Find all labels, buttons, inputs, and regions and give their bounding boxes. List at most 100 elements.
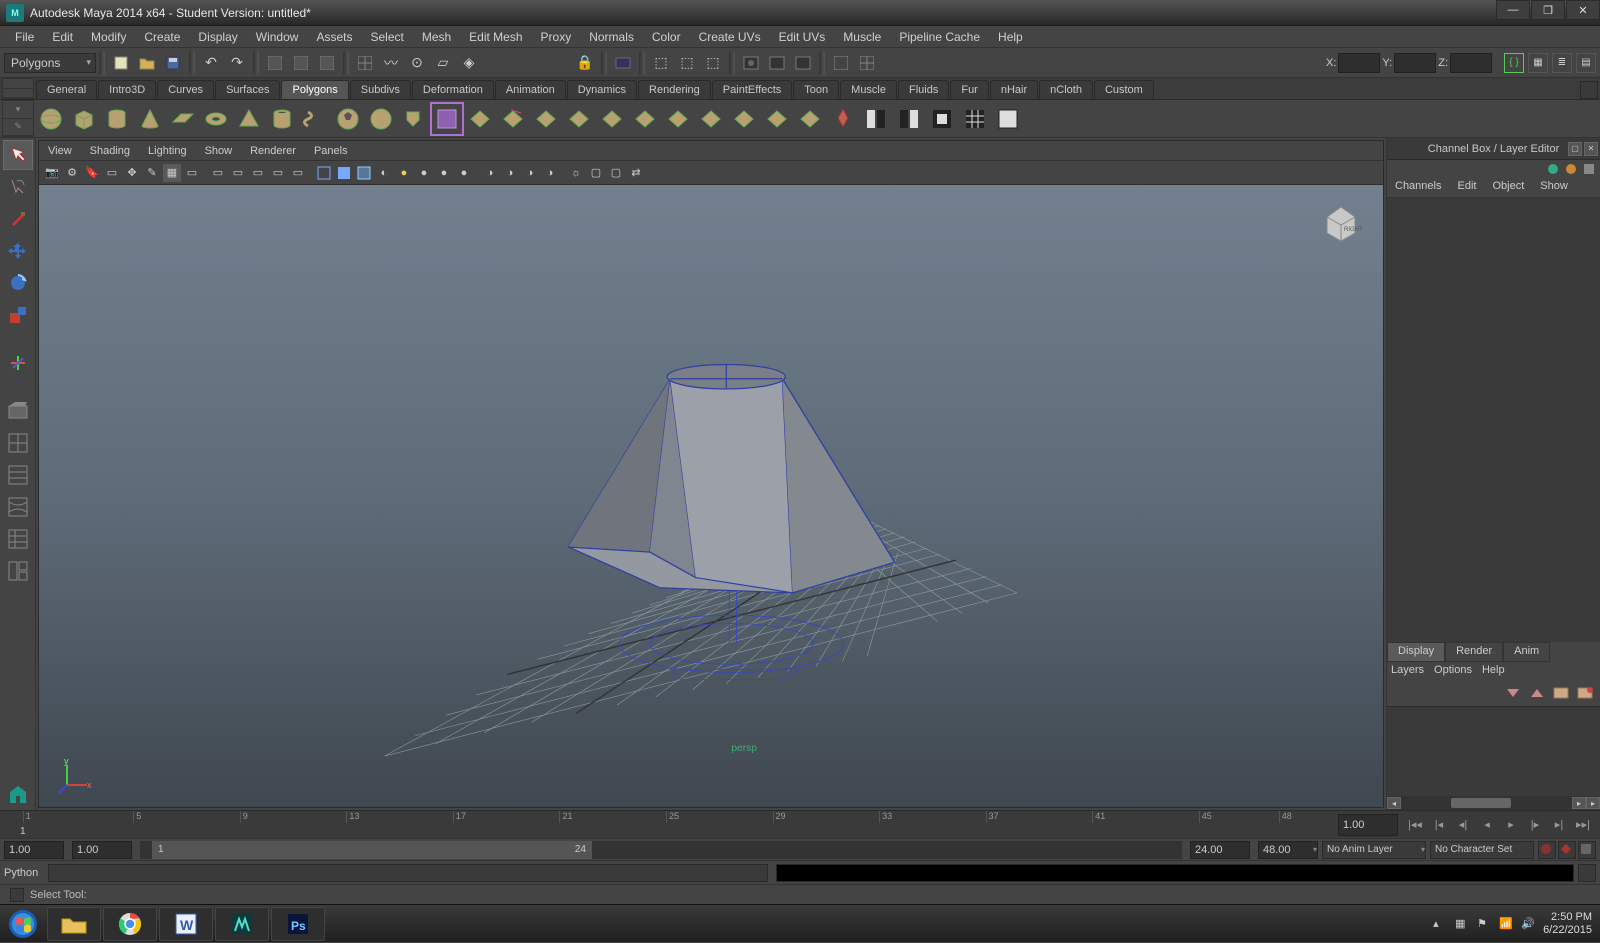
poly-plane-icon[interactable] <box>168 104 198 134</box>
range-start-inner[interactable]: 1.00 <box>72 841 132 859</box>
camera-attributes-icon[interactable]: ⚙ <box>63 164 81 182</box>
view-cube[interactable]: RIGHT <box>1319 199 1363 243</box>
shelf-tab-animation[interactable]: Animation <box>495 80 566 99</box>
select-camera-icon[interactable]: 📷 <box>43 164 61 182</box>
layer-menu-options[interactable]: Options <box>1434 664 1472 680</box>
maya-home-icon[interactable] <box>3 780 33 810</box>
safe-action-icon[interactable]: ▭ <box>269 164 287 182</box>
universal-manip-tool[interactable] <box>3 348 33 378</box>
play-back-button[interactable]: ◂ <box>1476 814 1498 834</box>
safe-title-icon[interactable]: ▭ <box>289 164 307 182</box>
menu-window[interactable]: Window <box>247 28 308 46</box>
channel-tab-edit[interactable]: Edit <box>1449 178 1484 197</box>
snap-grid-icon[interactable] <box>353 51 377 75</box>
select-by-hierarchy-icon[interactable] <box>263 51 287 75</box>
panel-horizontal-scrollbar[interactable]: ◂ ▸ ▸ <box>1387 796 1600 810</box>
outliner-layout[interactable] <box>3 524 33 554</box>
move-tool[interactable] <box>3 236 33 266</box>
tray-network-icon[interactable]: 📶 <box>1499 917 1513 931</box>
persp-graph-layout[interactable] <box>3 556 33 586</box>
field-chart-icon[interactable]: ▭ <box>249 164 267 182</box>
play-forward-button[interactable]: ▸ <box>1500 814 1522 834</box>
snap-live-icon[interactable]: ◈ <box>457 51 481 75</box>
offset-edge-icon[interactable] <box>729 104 759 134</box>
render-view-icon[interactable] <box>611 51 635 75</box>
shelf-tab-toon[interactable]: Toon <box>793 80 839 99</box>
range-slider[interactable]: 1 24 <box>140 841 1182 859</box>
mirror-geometry-icon[interactable] <box>894 104 924 134</box>
render-settings-icon[interactable] <box>791 51 815 75</box>
vp-menu-panels[interactable]: Panels <box>305 145 357 157</box>
layout-single-icon[interactable] <box>829 51 853 75</box>
tray-clock[interactable]: 2:50 PM 6/22/2015 <box>1543 911 1592 937</box>
channel-tab-object[interactable]: Object <box>1484 178 1532 197</box>
panel-dock-icon[interactable]: ▢ <box>1568 142 1582 156</box>
resolution-gate-icon[interactable]: ▭ <box>209 164 227 182</box>
taskbar-photoshop[interactable]: Ps <box>271 907 325 941</box>
menu-assets[interactable]: Assets <box>307 28 361 46</box>
current-time-field[interactable]: 1.00 <box>1338 814 1398 836</box>
minimize-button[interactable]: — <box>1496 0 1530 20</box>
snap-point-icon[interactable]: ⊙ <box>405 51 429 75</box>
tray-volume-icon[interactable]: 🔊 <box>1521 917 1535 931</box>
taskbar-maya[interactable] <box>215 907 269 941</box>
shelf-left-buttons-2[interactable]: ▾✎ <box>2 100 34 137</box>
high-quality-icon[interactable]: ● <box>435 164 453 182</box>
layer-tab-display[interactable]: Display <box>1387 642 1445 662</box>
paint-select-tool[interactable] <box>3 204 33 234</box>
selection-bracket-icon[interactable]: { } <box>1504 53 1524 73</box>
use-lights-icon[interactable]: ● <box>395 164 413 182</box>
layer-move-down-icon[interactable] <box>1504 686 1524 702</box>
tray-flag-icon[interactable]: ⚑ <box>1477 917 1491 931</box>
poly-pipe-icon[interactable] <box>267 104 297 134</box>
menu-normals[interactable]: Normals <box>580 28 643 46</box>
render-frame-icon[interactable] <box>739 51 763 75</box>
menu-file[interactable]: File <box>6 28 43 46</box>
shelf-tab-subdivs[interactable]: Subdivs <box>350 80 411 99</box>
textured-icon[interactable]: ◐ <box>375 164 393 182</box>
time-slider[interactable]: 1 5 9 13 17 21 25 29 33 37 41 45 48 1 1.… <box>0 810 1600 838</box>
taskbar-word[interactable]: W <box>159 907 213 941</box>
poly-sphere-icon[interactable] <box>36 104 66 134</box>
wireframe-icon[interactable] <box>315 164 333 182</box>
command-input[interactable] <box>48 864 768 882</box>
vp-menu-lighting[interactable]: Lighting <box>139 145 196 157</box>
shelf-tab-nhair[interactable]: nHair <box>990 80 1038 99</box>
layer-tab-render[interactable]: Render <box>1445 642 1503 662</box>
layout-four-icon[interactable] <box>855 51 879 75</box>
tray-action-center-icon[interactable]: ▦ <box>1455 917 1469 931</box>
script-editor-button[interactable] <box>1578 864 1596 882</box>
menu-modify[interactable]: Modify <box>82 28 135 46</box>
channel-icon-3[interactable] <box>1582 162 1596 176</box>
menu-mesh[interactable]: Mesh <box>413 28 460 46</box>
shelf-tab-muscle[interactable]: Muscle <box>840 80 897 99</box>
menu-select[interactable]: Select <box>361 28 412 46</box>
shelf-tab-dynamics[interactable]: Dynamics <box>567 80 637 99</box>
uv-grid-icon[interactable] <box>960 104 990 134</box>
maximize-button[interactable]: ❐ <box>1531 0 1565 20</box>
poly-cylinder-icon[interactable] <box>102 104 132 134</box>
tray-show-hidden-icon[interactable]: ▴ <box>1433 917 1447 931</box>
menu-edit-uvs[interactable]: Edit UVs <box>770 28 835 46</box>
scroll-thumb[interactable] <box>1451 798 1511 808</box>
ipr-render-icon[interactable] <box>765 51 789 75</box>
layer-new-selected-icon[interactable] <box>1576 686 1596 702</box>
poly-torus-icon[interactable] <box>201 104 231 134</box>
xray-joints-icon[interactable]: ◑ <box>521 164 539 182</box>
channel-icon-2[interactable] <box>1564 162 1578 176</box>
anim-prefs-button[interactable] <box>1578 841 1596 859</box>
anim-layer-selector[interactable]: No Anim Layer <box>1322 841 1426 859</box>
lock-icon[interactable]: 🔒 <box>573 51 597 75</box>
xray-components-icon[interactable]: ◑ <box>541 164 559 182</box>
helpline-toggle[interactable] <box>10 888 24 902</box>
character-set-selector[interactable]: No Character Set <box>1430 841 1534 859</box>
append-icon[interactable] <box>630 104 660 134</box>
range-start-outer[interactable]: 1.00 <box>4 841 64 859</box>
shelf-tab-polygons[interactable]: Polygons <box>281 80 348 99</box>
go-to-end-button[interactable]: ▸▸| <box>1572 814 1594 834</box>
share-icon[interactable]: ⇄ <box>627 164 645 182</box>
menu-display[interactable]: Display <box>189 28 246 46</box>
channel-tab-show[interactable]: Show <box>1532 178 1576 197</box>
scale-tool[interactable] <box>3 300 33 330</box>
vp-menu-view[interactable]: View <box>39 145 81 157</box>
